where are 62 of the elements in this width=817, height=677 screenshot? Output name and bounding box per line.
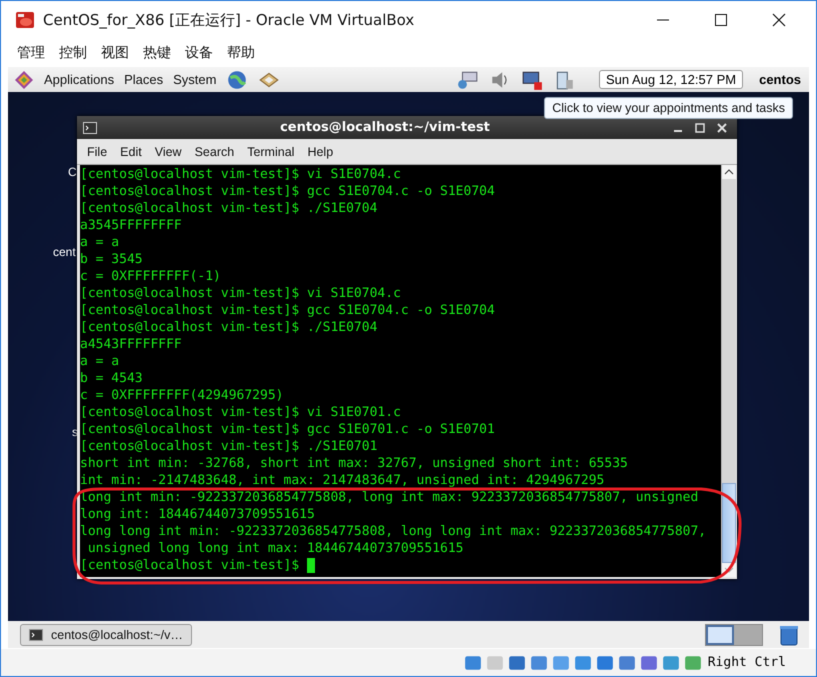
window-title: CentOS_for_X86 [正在运行] - Oracle VM VirtualBox: [43, 10, 414, 30]
tooltip: Click to view your appointments and tasks: [544, 97, 793, 119]
panel-menu[interactable]: Applications: [44, 72, 114, 87]
terminal-line: a = a: [80, 234, 120, 251]
terminal-line: long int: 18446744073709551615: [80, 506, 315, 523]
close-icon[interactable]: [772, 13, 786, 27]
menu-item[interactable]: 控制: [59, 44, 87, 62]
host-key-label: Right Ctrl: [708, 655, 786, 670]
user-name[interactable]: centos: [759, 72, 801, 87]
terminal-line: [centos@localhost vim-test]$ gcc S1E0704.c -o S1E0704: [80, 302, 495, 319]
terminal-line: long int min: -9223372036854775808, long int max: 9223372036854775807, unsigned: [80, 489, 698, 506]
terminal-line: short int min: -32768, short int max: 32767, unsigned short int: 65535: [80, 455, 628, 472]
maximize-icon[interactable]: [714, 13, 728, 27]
text-cursor: [306, 558, 315, 573]
terminal-title: centos@localhost:~/vim-test: [279, 120, 491, 135]
logo-icon: [14, 70, 34, 90]
panel-menu[interactable]: Places: [124, 72, 164, 87]
taskbar-button[interactable]: centos@localhost:~/v…: [20, 624, 192, 646]
menu-item[interactable]: 视图: [101, 44, 129, 62]
desktop-icon-label: C: [68, 165, 77, 179]
terminal-icon: [83, 122, 97, 134]
terminal-line: unsigned long long int max: 18446744073709551615: [86, 540, 464, 557]
scrollbar[interactable]: [721, 165, 736, 577]
terminal-line: [centos@localhost vim-test]$ ./S1E0704: [80, 200, 378, 217]
terminal-line: a4543FFFFFFFF: [80, 336, 182, 353]
menu-item[interactable]: 帮助: [227, 44, 255, 62]
terminal-line: c = 0XFFFFFFFF(-1): [80, 268, 221, 285]
menu-item[interactable]: Terminal: [247, 144, 294, 158]
workspace-tile[interactable]: [706, 624, 734, 644]
scroll-up-icon[interactable]: [722, 165, 736, 179]
terminal-line: a = a: [80, 353, 120, 370]
terminal-line: [centos@localhost vim-test]$ gcc S1E0701.c -o S1E0701: [80, 421, 495, 438]
terminal-line: [centos@localhost vim-test]$ vi S1E0701.c: [80, 404, 401, 421]
terminal-line: [centos@localhost vim-test]$: [80, 557, 300, 574]
desktop-icon-label: cent: [53, 245, 76, 259]
scroll-thumb[interactable]: [722, 483, 736, 563]
menu-item[interactable]: File: [87, 144, 108, 158]
globe-icon[interactable]: [226, 68, 248, 90]
menu-item[interactable]: Edit: [120, 144, 142, 158]
terminal-icon: [29, 628, 43, 640]
terminal-line: b = 4543: [80, 370, 143, 387]
menu-item[interactable]: Search: [194, 144, 234, 158]
terminal-line: [centos@localhost vim-test]$ vi S1E0704.c: [80, 166, 401, 183]
terminal-line: [centos@localhost vim-test]$ gcc S1E0704.c -o S1E0704: [80, 183, 495, 200]
terminal-line: [centos@localhost vim-test]$ vi S1E0704.c: [80, 285, 401, 302]
panel-menu[interactable]: System: [173, 72, 216, 87]
menu-item[interactable]: 管理: [17, 44, 45, 62]
clock-button[interactable]: Sun Aug 12, 12:57 PM: [598, 70, 744, 89]
terminal-line: long long int min: -9223372036854775808, long long int max: 9223372036854775807,: [80, 523, 706, 540]
menu-item[interactable]: 设备: [185, 44, 213, 62]
terminal-line: c = 0XFFFFFFFF(4294967295): [80, 387, 284, 404]
terminal-line: [centos@localhost vim-test]$ ./S1E0701: [80, 438, 378, 455]
terminal-line: [centos@localhost vim-test]$ ./S1E0704: [80, 319, 378, 336]
workspace-tile[interactable]: [734, 624, 762, 644]
terminal-line: b = 3545: [80, 251, 143, 268]
menu-item[interactable]: View: [154, 144, 182, 158]
trash-icon[interactable]: [779, 624, 799, 646]
menu-item[interactable]: 热键: [143, 44, 171, 62]
terminal-line: a3545FFFFFFFF: [80, 217, 182, 234]
menu-item[interactable]: Help: [307, 144, 334, 158]
terminal-line: int min: -2147483648, int max: 2147483647, unsigned int: 4294967295: [80, 472, 604, 489]
app-icon: [15, 10, 35, 30]
